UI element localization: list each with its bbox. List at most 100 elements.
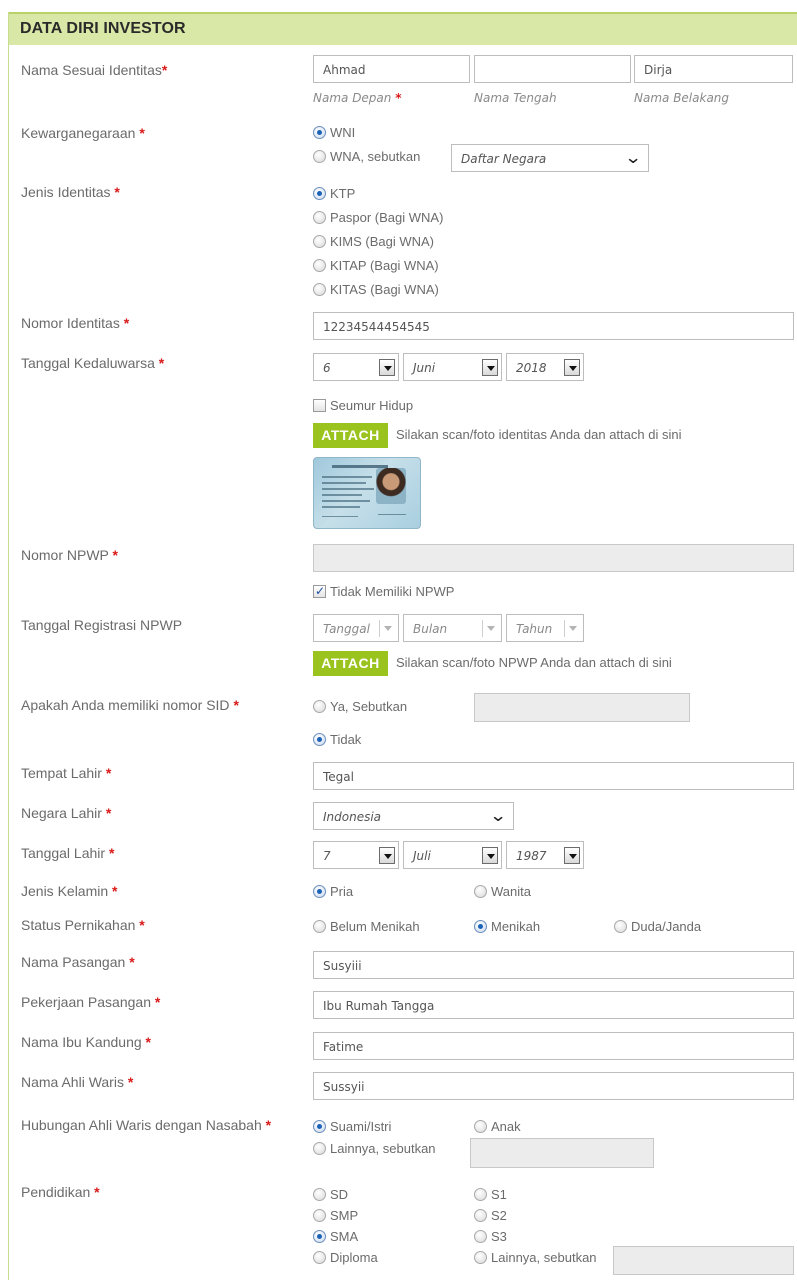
expiry-month-select[interactable]: Juni: [403, 353, 502, 381]
radio-paspor[interactable]: Paspor (Bagi WNA): [313, 210, 443, 226]
radio-anak[interactable]: Anak: [474, 1119, 521, 1135]
npwp-day-select[interactable]: Tanggal: [313, 614, 399, 642]
radio-kitas[interactable]: KITAS (Bagi WNA): [313, 282, 439, 298]
hint-first-name: Nama Depan *: [313, 91, 402, 105]
radio-sma[interactable]: SMA: [313, 1229, 358, 1245]
radio-icon: [313, 283, 326, 296]
radio-icon: [313, 1142, 326, 1155]
radio-icon: [474, 1209, 487, 1222]
chevron-down-icon: ⌄: [488, 806, 507, 826]
radio-s3[interactable]: S3: [474, 1229, 507, 1245]
radio-icon: [313, 235, 326, 248]
label-nomor-identitas: Nomor Identitas *: [21, 315, 130, 331]
npwp-input[interactable]: [313, 544, 794, 572]
label-ahli-waris: Nama Ahli Waris *: [21, 1074, 134, 1090]
middle-name-input[interactable]: [474, 55, 631, 83]
radio-icon: [313, 259, 326, 272]
spouse-name-input[interactable]: Susyiii: [313, 951, 794, 979]
birth-month-select[interactable]: Juli: [403, 841, 502, 869]
checkbox-seumur-hidup[interactable]: Seumur Hidup: [313, 398, 413, 414]
label-registrasi-npwp: Tanggal Registrasi NPWP: [21, 617, 183, 633]
spouse-occupation-input[interactable]: Ibu Rumah Tangga: [313, 991, 794, 1019]
expiry-year-select[interactable]: 2018: [506, 353, 584, 381]
radio-ktp[interactable]: KTP: [313, 186, 355, 202]
radio-diploma[interactable]: Diploma: [313, 1250, 378, 1266]
radio-selected-icon: [313, 733, 326, 746]
radio-s2[interactable]: S2: [474, 1208, 507, 1224]
radio-menikah[interactable]: Menikah: [474, 919, 540, 935]
label-ibu-kandung: Nama Ibu Kandung *: [21, 1034, 151, 1050]
label-tanggal-lahir: Tanggal Lahir *: [21, 845, 115, 861]
education-other-input[interactable]: [613, 1246, 794, 1275]
id-card-thumbnail[interactable]: [313, 457, 421, 529]
card-text-line: [322, 494, 362, 496]
radio-wna[interactable]: WNA, sebutkan: [313, 149, 420, 165]
first-name-input[interactable]: Ahmad: [313, 55, 470, 83]
radio-suami-istri[interactable]: Suami/Istri: [313, 1119, 391, 1135]
radio-icon: [474, 885, 487, 898]
radio-icon: [313, 1188, 326, 1201]
mother-name-input[interactable]: Fatime: [313, 1032, 794, 1060]
radio-kims[interactable]: KIMS (Bagi WNA): [313, 234, 434, 250]
radio-duda-janda[interactable]: Duda/Janda: [614, 919, 701, 935]
radio-lainnya-pendidikan[interactable]: Lainnya, sebutkan: [474, 1250, 597, 1266]
radio-icon: [313, 700, 326, 713]
radio-selected-icon: [474, 920, 487, 933]
birth-day-select[interactable]: 7: [313, 841, 399, 869]
label-jenis-identitas: Jenis Identitas *: [21, 184, 120, 200]
checkbox-tidak-npwp[interactable]: Tidak Memiliki NPWP: [313, 583, 454, 600]
card-text-line: [322, 506, 360, 508]
radio-sid-ya[interactable]: Ya, Sebutkan: [313, 699, 407, 715]
dropdown-arrow-icon: [564, 620, 580, 637]
radio-icon: [474, 1188, 487, 1201]
label-status-pernikahan: Status Pernikahan *: [21, 917, 145, 933]
checkbox-checked-icon: [313, 583, 326, 599]
relationship-other-input[interactable]: [470, 1138, 654, 1168]
radio-selected-icon: [313, 1230, 326, 1243]
radio-icon: [313, 211, 326, 224]
radio-icon: [313, 150, 326, 163]
dropdown-arrow-icon: [482, 847, 498, 864]
dropdown-arrow-icon: [564, 359, 580, 376]
attach-id-note: Silakan scan/foto identitas Anda dan att…: [396, 427, 682, 442]
radio-wni[interactable]: WNI: [313, 125, 355, 141]
id-number-input[interactable]: 12234544454545: [313, 312, 794, 340]
card-text-line: [322, 482, 366, 484]
npwp-year-select[interactable]: Tahun: [506, 614, 584, 642]
radio-sd[interactable]: SD: [313, 1187, 348, 1203]
last-name-input[interactable]: Dirja: [634, 55, 793, 83]
radio-belum-menikah[interactable]: Belum Menikah: [313, 919, 420, 935]
label-hubungan-ahli-waris: Hubungan Ahli Waris dengan Nasabah *: [21, 1117, 272, 1133]
attach-npwp-note: Silakan scan/foto NPWP Anda dan attach d…: [396, 655, 672, 670]
radio-wanita[interactable]: Wanita: [474, 884, 531, 900]
radio-s1[interactable]: S1: [474, 1187, 507, 1203]
hint-last-name: Nama Belakang: [634, 91, 730, 105]
attach-id-button[interactable]: ATTACH: [313, 423, 388, 448]
radio-pria[interactable]: Pria: [313, 884, 353, 900]
expiry-day-select[interactable]: 6: [313, 353, 399, 381]
radio-lainnya-hubungan[interactable]: Lainnya, sebutkan: [313, 1141, 436, 1157]
dropdown-arrow-icon: [379, 359, 395, 376]
radio-selected-icon: [313, 126, 326, 139]
radio-selected-icon: [313, 187, 326, 200]
radio-icon: [614, 920, 627, 933]
radio-kitap[interactable]: KITAP (Bagi WNA): [313, 258, 439, 274]
label-negara-lahir: Negara Lahir *: [21, 805, 112, 821]
country-select[interactable]: Daftar Negara ⌄: [451, 144, 649, 172]
attach-npwp-button[interactable]: ATTACH: [313, 651, 388, 676]
npwp-month-select[interactable]: Bulan: [403, 614, 502, 642]
label-pendidikan: Pendidikan *: [21, 1184, 100, 1200]
heir-name-input[interactable]: Sussyii: [313, 1072, 794, 1100]
sid-input[interactable]: [474, 693, 690, 722]
birthplace-input[interactable]: Tegal: [313, 762, 794, 790]
card-photo: [376, 468, 406, 504]
birth-year-select[interactable]: 1987: [506, 841, 584, 869]
checkbox-icon: [313, 399, 326, 412]
radio-smp[interactable]: SMP: [313, 1208, 358, 1224]
radio-icon: [313, 1251, 326, 1264]
dropdown-arrow-icon: [482, 620, 498, 637]
dropdown-arrow-icon: [379, 847, 395, 864]
radio-sid-tidak[interactable]: Tidak: [313, 732, 361, 748]
birth-country-select[interactable]: Indonesia ⌄: [313, 802, 514, 830]
label-jenis-kelamin: Jenis Kelamin *: [21, 883, 118, 899]
